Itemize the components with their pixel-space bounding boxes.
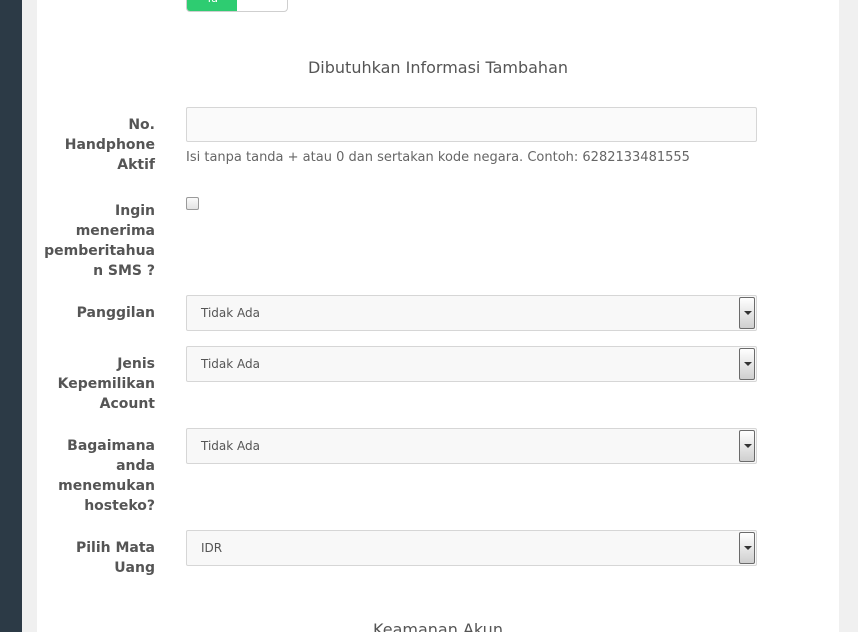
- mata-uang-selected-value: IDR: [201, 541, 223, 555]
- chevron-down-icon[interactable]: [739, 532, 755, 564]
- next-section-title: Keamanan Akun: [373, 620, 503, 632]
- yes-no-toggle[interactable]: Ya: [186, 0, 288, 12]
- chevron-down-icon[interactable]: [739, 348, 755, 380]
- phone-input[interactable]: [186, 107, 757, 142]
- panggilan-label: Panggilan: [76, 305, 155, 321]
- sms-checkbox[interactable]: [186, 197, 199, 210]
- panggilan-selected-value: Tidak Ada: [201, 306, 260, 320]
- left-sidebar-edge: [0, 0, 22, 632]
- chevron-down-icon[interactable]: [739, 297, 755, 329]
- bagaimana-label: Bagaimana anda menemukan hosteko?: [58, 438, 155, 514]
- jenis-select[interactable]: Tidak Ada: [186, 346, 757, 382]
- bagaimana-select[interactable]: Tidak Ada: [186, 428, 757, 464]
- bagaimana-selected-value: Tidak Ada: [201, 439, 260, 453]
- toggle-on-label: Ya: [187, 0, 237, 11]
- phone-help-text: Isi tanpa tanda + atau 0 dan sertakan ko…: [186, 150, 690, 165]
- section-title: Dibutuhkan Informasi Tambahan: [307, 58, 569, 77]
- panggilan-select[interactable]: Tidak Ada: [186, 295, 757, 331]
- mata-uang-select[interactable]: IDR: [186, 530, 757, 566]
- jenis-label: Jenis Kepemilikan Acount: [57, 356, 155, 412]
- jenis-selected-value: Tidak Ada: [201, 357, 260, 371]
- sms-label: Ingin menerima pemberitahua n SMS ?: [44, 203, 155, 279]
- phone-label: No. Handphone Aktif: [64, 117, 155, 173]
- chevron-down-icon[interactable]: [739, 430, 755, 462]
- mata-uang-label: Pilih Mata Uang: [75, 540, 155, 576]
